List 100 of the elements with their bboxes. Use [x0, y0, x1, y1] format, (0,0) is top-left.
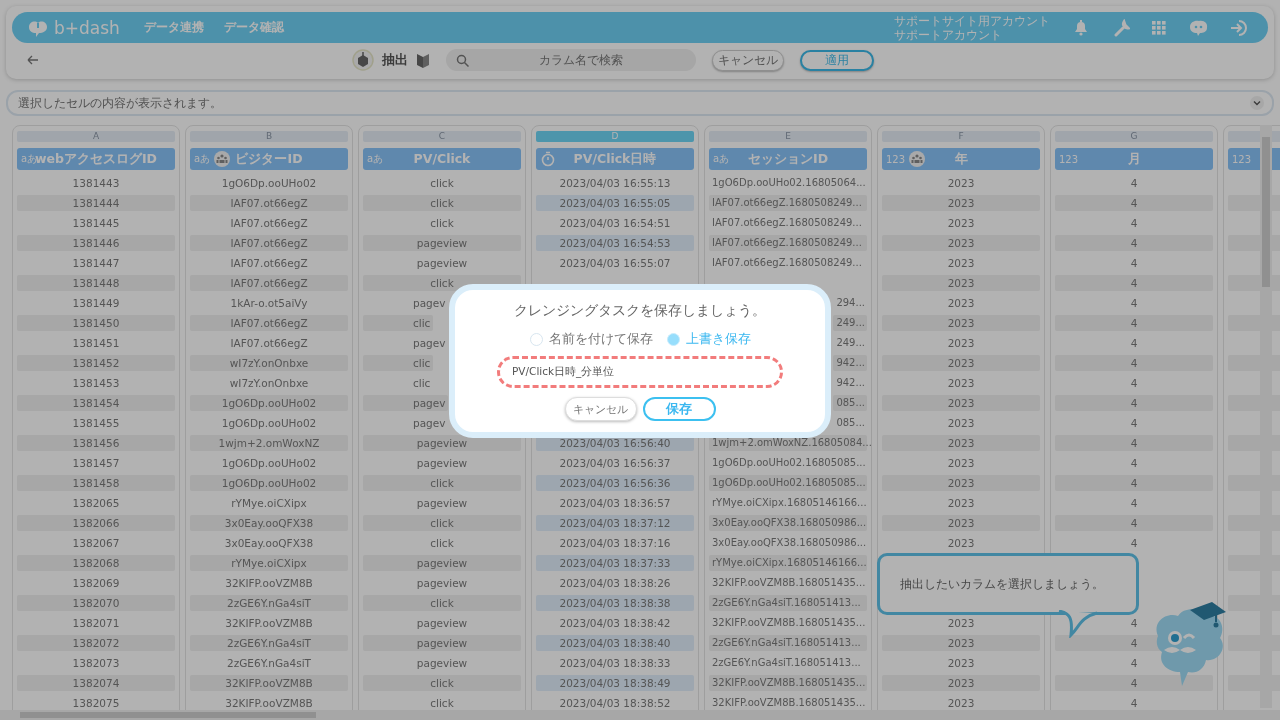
- table-cell: 4: [1055, 435, 1213, 451]
- table-cell-text: 4: [1130, 696, 1138, 711]
- table-cell: 1381446: [17, 235, 175, 251]
- table-cell-text: pageview: [416, 576, 468, 591]
- task-name-field[interactable]: PV/Click日時_分単位: [497, 356, 783, 388]
- table-cell-text: 2023/04/03 18:38:42: [559, 616, 671, 631]
- people-icon: [909, 151, 926, 167]
- table-cell-text: 2023: [947, 376, 975, 391]
- column-header[interactable]: PV/Click日時: [536, 148, 694, 170]
- data-type-label: aあ: [713, 152, 730, 166]
- table-cell-text: IAF07.ot66egZ: [230, 216, 308, 231]
- table-cell-text: 1kAr-o.ot5aiVy: [230, 296, 308, 311]
- table-cell: click: [363, 515, 521, 531]
- table-cell: 2023: [882, 355, 1040, 371]
- table-cell-text: 32KIFP.ooVZM8B.168051435...: [711, 696, 866, 710]
- sign-in-icon: [1230, 18, 1250, 37]
- table-cell-text: 1gO6Dp.ooUHo02: [221, 176, 317, 191]
- table-cell-text: 2023/04/03 18:38:26: [559, 576, 671, 591]
- table-cell: wI7zY.onOnbxe: [190, 355, 348, 371]
- table-cell-text: 1gO6Dp.ooUHo02: [221, 416, 317, 431]
- table-cell-text: 1381447: [72, 256, 120, 271]
- table-cell: 2zGE6Y.nGa4siT: [190, 635, 348, 651]
- table-cell-text: 4: [1130, 216, 1138, 231]
- notification-bell-icon: [1072, 19, 1090, 36]
- column-letter[interactable]: E: [709, 131, 867, 142]
- cancel-button[interactable]: キャンセル: [712, 49, 784, 71]
- table-cell-text: 2zGE6Y.nGa4siT: [227, 656, 311, 671]
- table-cell-text: 2023: [947, 536, 975, 551]
- table-cell: 2023: [882, 475, 1040, 491]
- table-cell-text: 2023: [947, 176, 975, 191]
- table-cell-text: click: [430, 216, 454, 231]
- apply-button[interactable]: 適用: [800, 49, 874, 71]
- table-cell-text: rYMye.oiCXipx.16805146166...: [711, 496, 867, 510]
- table-cell: 1382072: [17, 635, 175, 651]
- table-cell-text: 2zGE6Y.nGa4siT.168051413...: [711, 656, 861, 670]
- column-header[interactable]: aあ セッションID: [709, 148, 867, 170]
- table-cell: pagev: [363, 395, 449, 411]
- table-cell-text: 1382075: [72, 696, 120, 711]
- table-cell: 1382070: [17, 595, 175, 611]
- radio-label[interactable]: 名前を付けて保存: [548, 330, 653, 348]
- table-cell: 2023/04/03 18:38:38: [536, 595, 694, 611]
- cell-content-field[interactable]: 選択したセルの内容が表示されます。: [6, 90, 1274, 116]
- save-button[interactable]: 保存: [642, 397, 716, 421]
- column-letter[interactable]: D: [536, 131, 694, 142]
- table-cell-text: 942...: [835, 376, 866, 390]
- column-header[interactable]: aあwebアクセスログID: [17, 148, 175, 170]
- data-type-label: 123: [886, 153, 906, 165]
- table-cell-text: pagev: [412, 416, 447, 431]
- table-cell-text: IAF07.ot66egZ: [230, 256, 308, 271]
- data-type-label: aあ: [367, 152, 384, 166]
- column-header[interactable]: 123 年: [882, 148, 1040, 170]
- table-cell-text: click: [430, 536, 454, 551]
- table-cell: 2zGE6Y.nGa4siT.168051413...: [709, 635, 867, 651]
- logo-text: b+dash: [54, 17, 120, 38]
- table-cell: 4: [1055, 195, 1213, 211]
- table-cell-text: 4: [1130, 416, 1138, 431]
- table-cell-text: 2023: [947, 416, 975, 431]
- column-letter[interactable]: G: [1055, 131, 1213, 142]
- table-cell-text: 2023/04/03 18:38:52: [559, 696, 671, 711]
- table-cell-text: 4: [1130, 656, 1138, 671]
- table-cell-text: 2023: [947, 616, 975, 631]
- column-header[interactable]: aあ PV/Click: [363, 148, 521, 170]
- table-cell: 2023/04/03 18:38:49: [536, 675, 694, 691]
- cancel-button[interactable]: キャンセル: [564, 397, 637, 421]
- table-cell-text: 1gO6Dp.ooUHo02: [221, 456, 317, 471]
- table-cell: clic: [363, 315, 434, 331]
- table-cell-text: 1381455: [72, 416, 120, 431]
- radio-label[interactable]: 上書き保存: [685, 330, 751, 348]
- table-cell-text: 4: [1130, 336, 1138, 351]
- stopwatch-icon: [540, 151, 556, 167]
- table-cell-text: IAF07.ot66egZ.1680508249...: [711, 216, 862, 230]
- column-letter[interactable]: A: [17, 131, 175, 142]
- table-cell: 2023/04/03 18:37:33: [536, 555, 694, 571]
- search-field[interactable]: カラム名で検索: [446, 49, 696, 71]
- column-header[interactable]: 123 月: [1055, 148, 1213, 170]
- table-cell-text: 32KIFP.ooVZM8B: [225, 576, 313, 591]
- table-cell: 1381456: [17, 435, 175, 451]
- table-cell-text: 3x0Eay.ooQFX38.168050986...: [711, 536, 867, 550]
- table-cell: IAF07.ot66egZ: [190, 315, 348, 331]
- table-cell-text: pageview: [416, 656, 468, 671]
- table-cell-text: clic: [412, 376, 432, 391]
- radio-button[interactable]: [666, 332, 680, 346]
- back-arrow-icon: [26, 55, 39, 65]
- table-cell: IAF07.ot66egZ: [190, 275, 348, 291]
- table-cell-text: 1381451: [72, 336, 120, 351]
- nav-link[interactable]: データ連携: [143, 19, 204, 36]
- table-cell-text: 2023/04/03 18:38:33: [559, 656, 671, 671]
- data-type-label: 123: [1059, 153, 1079, 165]
- column-header[interactable]: aあ ビジターID: [190, 148, 348, 170]
- account-name: サポートアカウント: [894, 27, 1003, 42]
- account-name: サポートサイト用アカウント: [894, 13, 1050, 28]
- table-cell: 3x0Eay.ooQFX38.168050986...: [709, 515, 867, 531]
- table-cell-text: 4: [1130, 496, 1138, 511]
- table-cell: 32KIFP.ooVZM8B: [190, 675, 348, 691]
- table-cell-text: 2023: [947, 696, 975, 711]
- table-cell-text: pagev: [412, 296, 447, 311]
- table-cell-text: 2023: [947, 656, 975, 671]
- column-letter[interactable]: B: [190, 131, 348, 142]
- nav-link[interactable]: データ確認: [223, 19, 284, 36]
- table-cell: 32KIFP.ooVZM8B.168051435...: [709, 675, 867, 691]
